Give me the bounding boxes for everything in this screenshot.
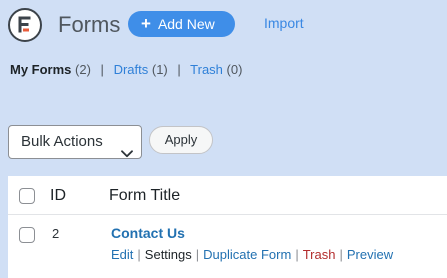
bulk-actions-selected: Bulk Actions — [21, 133, 103, 150]
table-row: 2 Contact Us Edit | Settings | Duplicate For… — [8, 215, 447, 278]
page-title: Forms — [58, 12, 121, 37]
action-separator: | — [195, 247, 200, 262]
bulk-actions-select[interactable]: Bulk Actions — [8, 125, 142, 159]
action-separator: | — [137, 247, 141, 262]
preview-link[interactable]: Preview — [347, 247, 393, 262]
row-actions: Edit | Settings | Duplicate Form | Trash | Previ… — [111, 247, 393, 262]
duplicate-form-link[interactable]: Duplicate Form — [203, 247, 291, 262]
action-separator: | — [339, 247, 343, 262]
status-filter-links: My Forms (2) | Drafts (1) | Trash (0) — [10, 62, 242, 77]
filter-separator: | — [177, 62, 181, 77]
chevron-down-icon — [121, 138, 133, 170]
filter-trash[interactable]: Trash — [190, 62, 223, 77]
plus-icon: + — [141, 14, 151, 33]
forms-table: ID Form Title 2 Contact Us Edit | Settings… — [8, 176, 447, 278]
filter-separator: | — [100, 62, 104, 77]
column-header-id[interactable]: ID — [50, 187, 66, 205]
apply-button[interactable]: Apply — [149, 126, 213, 154]
column-header-form-title[interactable]: Form Title — [109, 187, 180, 205]
row-checkbox[interactable] — [19, 227, 35, 243]
edit-link[interactable]: Edit — [111, 247, 133, 262]
settings-link[interactable]: Settings — [145, 247, 192, 262]
filter-drafts-count: (1) — [151, 62, 168, 77]
filter-drafts[interactable]: Drafts — [114, 62, 149, 77]
import-link[interactable]: Import — [264, 15, 304, 31]
trash-link[interactable]: Trash — [303, 247, 336, 262]
form-title-link[interactable]: Contact Us — [111, 225, 185, 241]
select-all-checkbox[interactable] — [19, 188, 35, 204]
formidable-logo-icon[interactable] — [8, 8, 42, 42]
form-id: 2 — [52, 226, 60, 241]
filter-my-forms[interactable]: My Forms — [10, 62, 71, 77]
action-separator: | — [295, 247, 299, 262]
add-new-label: Add New — [157, 16, 215, 32]
table-header: ID Form Title — [8, 176, 447, 215]
page-header: Forms + Add New Import — [0, 0, 447, 52]
filter-my-forms-count: (2) — [75, 62, 91, 77]
filter-trash-count: (0) — [226, 62, 243, 77]
add-new-button[interactable]: + Add New — [128, 11, 235, 37]
